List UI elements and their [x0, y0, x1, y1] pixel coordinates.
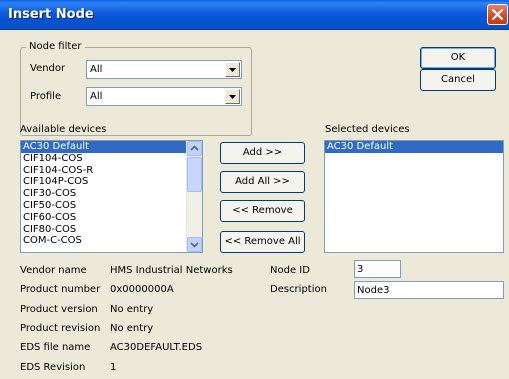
description-input[interactable] [355, 282, 503, 298]
list-item[interactable]: COM-C-COS [21, 235, 202, 247]
vendor-name-value: HMS Industrial Networks [110, 265, 233, 276]
profile-combobox[interactable]: All [86, 87, 242, 106]
eds-revision-label: EDS Revision [20, 362, 86, 373]
available-scrollbar[interactable] [186, 141, 202, 252]
available-devices-label: Available devices [20, 124, 107, 135]
node-id-input[interactable] [355, 261, 400, 277]
eds-file-name-label: EDS file name [20, 342, 91, 353]
product-number-label: Product number [20, 284, 101, 295]
add-all-button[interactable]: Add All >> [220, 171, 305, 193]
node-id-field[interactable] [354, 260, 401, 278]
available-devices-items: AC30 Default CIF104-COS CIF104-COS-R CIF104… [21, 141, 202, 247]
ok-button[interactable]: OK [420, 47, 496, 69]
list-item[interactable]: CIF60-COS [21, 212, 202, 224]
description-field[interactable] [354, 281, 504, 299]
selected-devices-label: Selected devices [325, 124, 410, 135]
scroll-up-icon [190, 145, 199, 151]
chevron-down-icon [229, 95, 236, 99]
node-filter-label: Node filter [26, 41, 85, 52]
list-item[interactable]: CIF104-COS-R [21, 165, 202, 177]
product-revision-label: Product revision [20, 323, 101, 334]
list-item[interactable]: AC30 Default [325, 141, 503, 153]
available-devices-list[interactable]: AC30 Default CIF104-COS CIF104-COS-R CIF104… [20, 140, 203, 253]
window-title: Insert Node [8, 7, 94, 22]
node-id-label: Node ID [270, 265, 310, 276]
scroll-thumb[interactable] [187, 157, 202, 192]
profile-combobox-value: All [90, 91, 103, 102]
vendor-name-label: Vendor name [20, 265, 87, 276]
selected-devices-list[interactable]: AC30 Default [324, 140, 504, 253]
selected-devices-items: AC30 Default [325, 141, 503, 153]
scroll-down-icon [190, 242, 199, 248]
chevron-down-icon [229, 68, 236, 72]
cancel-button[interactable]: Cancel [420, 69, 496, 91]
dialog-body: Node filter Vendor All Profile All OK Ca… [0, 31, 509, 379]
vendor-combobox[interactable]: All [86, 60, 242, 79]
eds-file-name-value: AC30DEFAULT.EDS [110, 342, 203, 353]
eds-revision-value: 1 [110, 362, 117, 373]
profile-dropdown-button[interactable] [225, 89, 240, 104]
list-item[interactable]: CIF104-COS [21, 153, 202, 165]
product-number-value: 0x0000000A [110, 284, 174, 295]
list-item[interactable]: CIF104P-COS [21, 176, 202, 188]
remove-button[interactable]: << Remove [220, 200, 305, 222]
close-icon [491, 8, 504, 21]
product-version-value: No entry [110, 304, 154, 315]
profile-label: Profile [30, 91, 62, 102]
title-bar: Insert Node [0, 0, 509, 30]
list-item[interactable]: CIF80-COS [21, 224, 202, 236]
vendor-combobox-value: All [90, 64, 103, 75]
vendor-dropdown-button[interactable] [225, 62, 240, 77]
add-button[interactable]: Add >> [220, 142, 305, 164]
remove-all-button[interactable]: << Remove All [220, 231, 305, 253]
list-item[interactable]: AC30 Default [21, 141, 202, 153]
close-button[interactable] [487, 4, 508, 25]
vendor-label: Vendor [30, 63, 66, 74]
product-version-label: Product version [20, 304, 98, 315]
scroll-down-button[interactable] [187, 237, 202, 252]
list-item[interactable]: CIF50-COS [21, 200, 202, 212]
scroll-up-button[interactable] [187, 141, 202, 156]
product-revision-value: No entry [110, 323, 154, 334]
description-label: Description [270, 284, 327, 295]
list-item[interactable]: CIF30-COS [21, 188, 202, 200]
